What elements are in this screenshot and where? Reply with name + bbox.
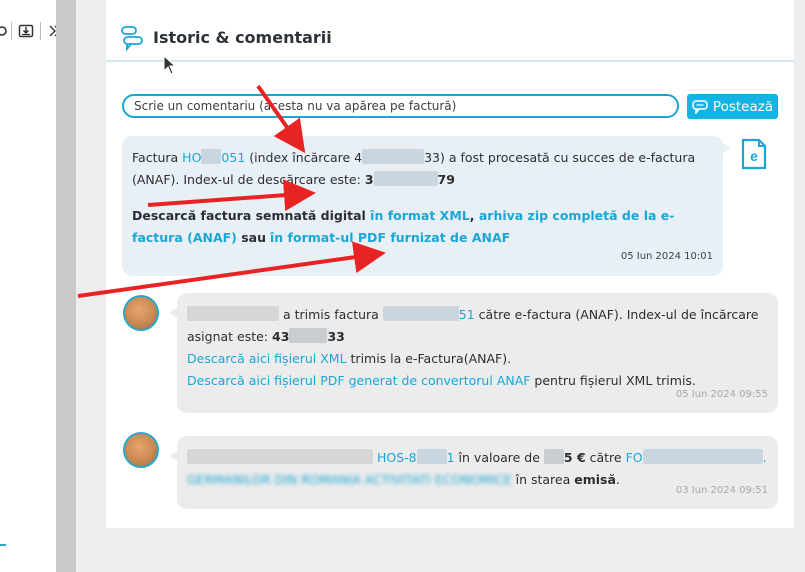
svg-text:e: e bbox=[750, 148, 758, 164]
mouse-cursor-icon bbox=[163, 55, 177, 75]
invoice-amount: 5 € bbox=[543, 449, 586, 465]
invoice-link[interactable]: HO 051 bbox=[182, 149, 245, 165]
xml-download-line: Descarcă aici fișierul XML trimis la e-F… bbox=[187, 351, 512, 366]
comment-composer[interactable] bbox=[122, 94, 679, 118]
comment-icon bbox=[692, 99, 708, 114]
redacted-user-name bbox=[187, 449, 373, 464]
invoice-created-message: HOS-8 1 în valoare de 5 € către FO. GERMA… bbox=[169, 436, 778, 509]
message-timestamp: 05 Iun 2024 09:55 bbox=[675, 389, 768, 400]
message-timestamp: 05 Iun 2024 10:01 bbox=[620, 251, 713, 262]
message-body: a trimis factura 51 către e-factura (ANA… bbox=[187, 306, 759, 344]
comment-input[interactable] bbox=[134, 99, 677, 113]
message-body: HOS-8 1 în valoare de 5 € către FO. bbox=[187, 447, 768, 469]
avatar bbox=[123, 295, 159, 331]
message-timestamp: 03 Iun 2024 09:51 bbox=[675, 485, 768, 496]
download-index: 3 79 bbox=[364, 171, 455, 187]
redacted-upload-index bbox=[362, 149, 425, 164]
invoice-status: emisă bbox=[574, 472, 616, 487]
sent-to-efactura-message: a trimis factura 51 către e-factura (ANA… bbox=[169, 293, 778, 413]
download-pdf-link[interactable]: în format-ul PDF furnizat de ANAF bbox=[270, 230, 510, 245]
scrollbar[interactable] bbox=[56, 0, 76, 572]
download-links: Descarcă factura semnată digital în form… bbox=[132, 208, 675, 245]
efactura-icon: e bbox=[741, 138, 767, 170]
message-body: Factura HO 051 (index încărcare 4 33) a fo… bbox=[132, 149, 696, 187]
redacted-user-name bbox=[187, 306, 279, 321]
avatar bbox=[123, 432, 159, 468]
post-button-label: Postează bbox=[712, 98, 774, 115]
history-header: Istoric & comentarii bbox=[106, 0, 794, 62]
download-xml-link[interactable]: în format XML bbox=[370, 208, 470, 223]
toolbar-divider bbox=[40, 22, 41, 40]
post-button[interactable]: Postează bbox=[687, 94, 778, 119]
left-pane bbox=[0, 0, 61, 572]
download-box-icon[interactable] bbox=[15, 20, 37, 42]
client-link-line2[interactable]: GERMANILOR DIN ROMANIA ACTIVITATI ECONOM… bbox=[187, 472, 512, 487]
accent-line bbox=[0, 544, 6, 546]
invoice-link[interactable]: 51 bbox=[382, 306, 475, 322]
invoice-link[interactable]: HOS-8 1 bbox=[377, 449, 455, 465]
history-title: Istoric & comentarii bbox=[153, 28, 332, 47]
download-pdf-link[interactable]: Descarcă aici fișierul PDF generat de co… bbox=[187, 373, 530, 388]
client-link[interactable]: FO. bbox=[626, 449, 767, 465]
upload-index: 43 33 bbox=[272, 328, 345, 344]
partial-icon[interactable] bbox=[0, 20, 8, 42]
efactura-processed-message: Factura HO 051 (index încărcare 4 33) a fo… bbox=[122, 136, 731, 276]
download-xml-link[interactable]: Descarcă aici fișierul XML bbox=[187, 351, 347, 366]
header-divider bbox=[106, 60, 794, 62]
history-comments-icon bbox=[120, 25, 144, 53]
toolbar-divider bbox=[11, 22, 12, 40]
